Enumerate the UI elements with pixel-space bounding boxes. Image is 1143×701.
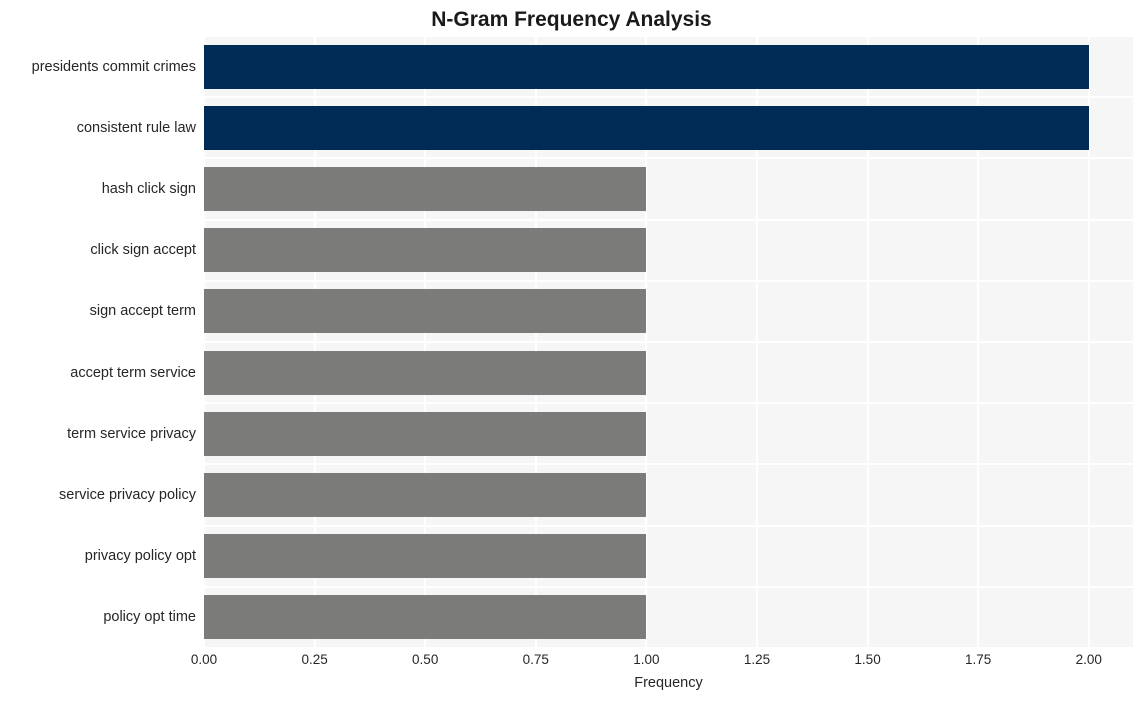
x-axis-tick-label: 0.75 <box>522 652 549 667</box>
x-axis-label: Frequency <box>634 675 703 691</box>
bar <box>204 473 647 517</box>
y-gridline <box>204 279 1133 282</box>
y-axis-tick-label: service privacy policy <box>59 487 196 503</box>
y-axis-tick-label: policy opt time <box>103 609 196 626</box>
bar <box>204 595 647 640</box>
x-axis-tick-label: 0.00 <box>190 652 218 667</box>
x-axis-tick-label: 1.50 <box>854 652 881 667</box>
y-axis-tick-label: presidents commit crimes <box>31 58 196 75</box>
x-axis-tick-label: 0.50 <box>412 652 439 667</box>
y-axis-tick-label: hash click sign <box>101 181 196 197</box>
y-axis-tick-label: term service privacy <box>67 425 196 442</box>
y-axis-tick-labels: presidents commit crimes consistent rule … <box>0 36 196 648</box>
bar <box>204 105 1089 150</box>
bar <box>204 228 647 273</box>
bar <box>204 44 1089 89</box>
y-gridline <box>204 463 1133 466</box>
chart-title: N-Gram Frequency Analysis <box>431 8 712 31</box>
y-gridline <box>204 585 1133 588</box>
y-axis-tick-label: privacy policy opt <box>84 548 196 565</box>
x-axis-tick-label: 1.75 <box>965 652 992 667</box>
x-axis-tick-label: 1.25 <box>743 652 771 667</box>
y-gridline <box>204 218 1133 221</box>
y-axis-tick-label: accept term service <box>70 364 196 381</box>
y-axis-tick-label: consistent rule law <box>76 119 196 136</box>
bar <box>204 534 647 579</box>
bar <box>204 167 647 211</box>
chart-figure: N-Gram Frequency Analysis presidents com… <box>0 0 1143 701</box>
y-gridline <box>204 341 1133 343</box>
y-gridline <box>204 36 1133 37</box>
x-axis-tick-label: 1.00 <box>633 652 660 667</box>
y-axis-tick-label: click sign accept <box>90 242 196 259</box>
y-gridline <box>204 96 1133 99</box>
bar <box>204 350 647 395</box>
y-axis-tick-label: sign accept term <box>89 303 196 320</box>
y-gridline <box>204 524 1133 527</box>
y-gridline <box>204 647 1133 648</box>
y-gridline <box>204 157 1133 160</box>
x-axis-tick-labels: 0.00 0.25 0.50 0.75 1.00 1.25 1.50 1.75 2.00 <box>0 652 1143 672</box>
plot-area <box>204 36 1133 648</box>
bar <box>204 289 647 334</box>
x-axis-tick-label: 2.00 <box>1075 652 1102 667</box>
bar <box>204 411 647 456</box>
x-axis-tick-label: 0.25 <box>301 652 328 667</box>
y-gridline <box>204 402 1133 405</box>
